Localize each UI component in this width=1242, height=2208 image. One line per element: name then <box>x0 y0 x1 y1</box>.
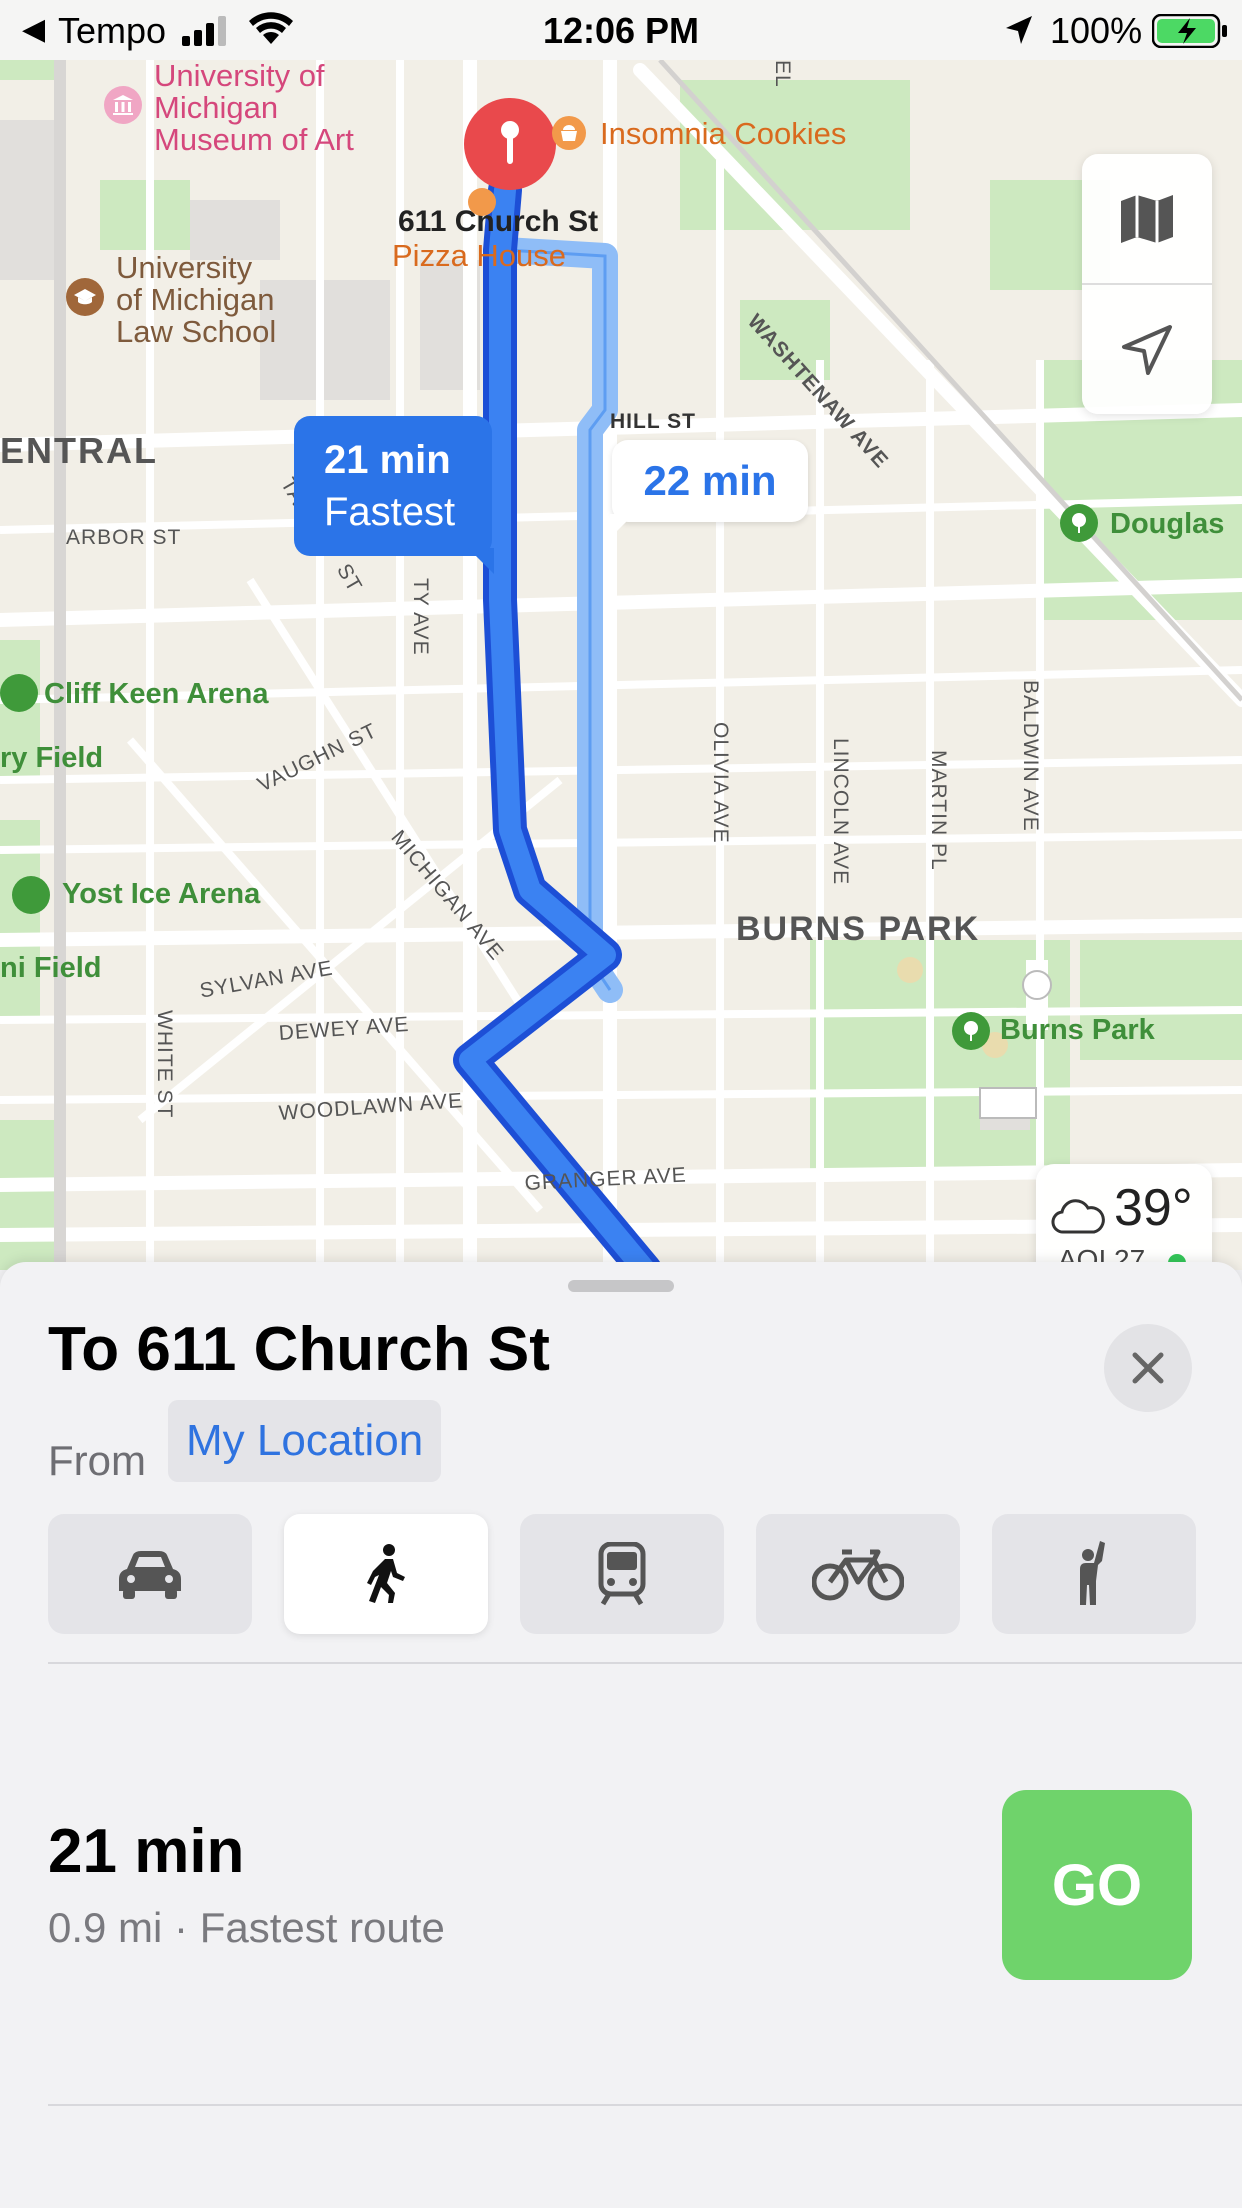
weather-temp: 39° <box>1114 1179 1193 1237</box>
street-el: EL <box>771 60 794 88</box>
district-central: ENTRAL <box>0 430 158 471</box>
street-church: TY AVE <box>409 578 432 656</box>
park-icon <box>1060 504 1098 542</box>
battery-percent: 100% <box>1050 10 1143 51</box>
close-button[interactable] <box>1104 1324 1192 1412</box>
mode-cycle-button[interactable] <box>756 1514 960 1634</box>
directions-sheet: To 611 Church St From My Location 21 min… <box>0 1262 1242 2208</box>
mode-drive-button[interactable] <box>48 1514 252 1634</box>
poi-law-school-label[interactable]: University of Michigan Law School <box>116 252 276 348</box>
route-time: 21 min <box>48 1817 245 1886</box>
park-icon <box>952 1012 990 1050</box>
car-icon <box>119 1551 181 1599</box>
street-white: WHITE ST <box>153 1010 176 1119</box>
location-arrow-icon <box>1122 324 1172 375</box>
mode-rideshare-button[interactable] <box>992 1514 1196 1634</box>
divider-bottom <box>48 2104 1242 2106</box>
mode-walk-button[interactable] <box>284 1514 488 1634</box>
street-baldwin: BALDWIN AVE <box>1019 680 1042 832</box>
poi-museum-label[interactable]: University of Michigan Museum of Art <box>154 60 354 156</box>
stadium-icon <box>0 674 38 712</box>
street-martin: MARTIN PL <box>927 750 950 871</box>
hail-icon <box>1080 1541 1105 1605</box>
battery-charging-icon <box>1152 14 1227 48</box>
alternate-route-callout[interactable]: 22 min <box>610 440 808 538</box>
status-bar: ◀ Tempo 12:06 PM 100% <box>0 0 1242 60</box>
divider-top <box>48 1662 1242 1664</box>
sheet-title: To 611 Church St <box>48 1315 550 1384</box>
map-icon <box>1121 194 1173 243</box>
weather-widget[interactable]: 39° AQI 27 <box>1036 1164 1212 1270</box>
map-base <box>0 60 1242 1270</box>
destination-label[interactable]: 611 Church St <box>398 205 598 239</box>
from-label: From <box>48 1437 146 1484</box>
street-hill: HILL ST <box>610 410 696 433</box>
district-burns-park: BURNS PARK <box>736 910 981 948</box>
street-lincoln: LINCOLN AVE <box>829 738 852 886</box>
cloud-icon <box>1051 1199 1105 1234</box>
street-arbor: ARBOR ST <box>66 526 182 549</box>
walk-icon <box>367 1544 405 1603</box>
poi-pizza-house[interactable]: Pizza House <box>392 240 566 272</box>
tracking-button[interactable] <box>1082 285 1212 414</box>
poi-cliff-keen-arena[interactable]: Cliff Keen Arena <box>44 678 269 711</box>
poi-douglas[interactable]: Douglas <box>1110 508 1224 541</box>
route-details: 0.9 mi · Fastest route <box>48 1904 445 1951</box>
train-icon <box>598 1542 646 1606</box>
transport-modes <box>48 1514 1196 1634</box>
map-controls <box>1082 154 1212 414</box>
sheet-grabber[interactable] <box>568 1280 674 1292</box>
poi-field-2[interactable]: ni Field <box>0 952 102 985</box>
go-button[interactable]: GO <box>1002 1790 1192 1980</box>
map-mode-button[interactable] <box>1082 154 1212 283</box>
close-icon <box>1132 1352 1164 1384</box>
fastest-route-callout[interactable]: 21 min Fastest <box>294 416 494 574</box>
pizza-icon <box>468 188 496 216</box>
bakery-icon <box>552 116 586 150</box>
street-olivia: OLIVIA AVE <box>709 722 732 844</box>
poi-museum-text: University of Michigan Museum of Art <box>154 60 354 157</box>
fastest-route-label: Fastest <box>324 490 456 534</box>
poi-law-school-text: University of Michigan Law School <box>116 250 277 349</box>
from-location-button[interactable]: My Location <box>168 1400 442 1482</box>
poi-yost-ice-arena[interactable]: Yost Ice Arena <box>62 878 260 911</box>
mode-transit-button[interactable] <box>520 1514 724 1634</box>
map-view[interactable]: University of Michigan Museum of Art Ins… <box>0 60 1242 1270</box>
location-services-icon <box>1006 16 1032 44</box>
museum-icon <box>104 86 142 124</box>
arena-icon <box>12 876 50 914</box>
bike-icon <box>812 1549 904 1601</box>
poi-burns-park[interactable]: Burns Park <box>1000 1014 1155 1047</box>
graduation-cap-icon <box>66 278 104 316</box>
fastest-route-time: 21 min <box>324 438 451 482</box>
poi-insomnia-cookies[interactable]: Insomnia Cookies <box>600 118 846 150</box>
poi-field-1[interactable]: ry Field <box>0 742 103 775</box>
